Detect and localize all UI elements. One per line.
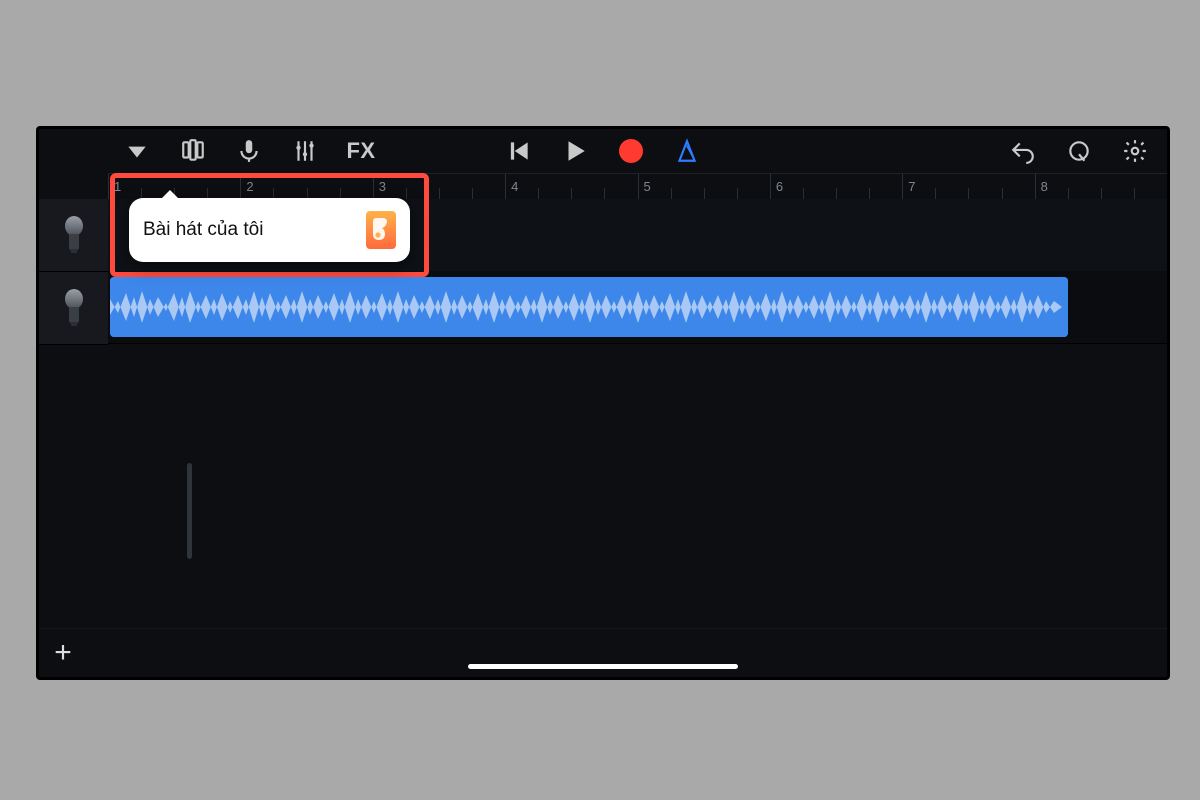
audio-region[interactable]: IMG_1024: [110, 277, 1068, 337]
ruler-bar: [1035, 174, 1036, 200]
track-view-button[interactable]: [179, 137, 207, 165]
waveform-icon: [110, 277, 1068, 337]
bottom-bar: +: [39, 628, 1167, 677]
microphone-icon: [58, 288, 90, 328]
ruler-bar: [505, 174, 506, 200]
track-header[interactable]: [39, 272, 108, 345]
popover-arrow: [161, 190, 179, 199]
record-icon: [619, 139, 643, 163]
navigation-menu-button[interactable]: [123, 137, 151, 165]
add-track-button[interactable]: +: [39, 629, 87, 677]
microphone-button[interactable]: [235, 137, 263, 165]
ruler-bar: [902, 174, 903, 200]
ruler-number: 8: [1041, 179, 1048, 194]
track-header[interactable]: [39, 199, 108, 272]
fx-button[interactable]: FX: [347, 137, 375, 165]
toolbar: FX: [39, 129, 1167, 173]
ruler-bar: [770, 174, 771, 200]
my-songs-popover[interactable]: Bài hát của tôi: [129, 198, 410, 262]
undo-button[interactable]: [1009, 137, 1037, 165]
ruler-number: 7: [908, 179, 915, 194]
track-lane[interactable]: IMG_1024: [108, 271, 1167, 344]
ruler-bar: [638, 174, 639, 200]
track-headers: [39, 199, 108, 629]
record-button[interactable]: [617, 137, 645, 165]
ruler-number: 4: [511, 179, 518, 194]
loop-browser-button[interactable]: [1065, 137, 1093, 165]
rewind-button[interactable]: [505, 137, 533, 165]
popover-label: Bài hát của tôi: [143, 219, 263, 241]
home-indicator[interactable]: [468, 664, 738, 669]
metronome-button[interactable]: [673, 137, 701, 165]
scrollbar[interactable]: [187, 463, 192, 559]
ruler-number: 5: [644, 179, 651, 194]
annotation-highlight-box: Bài hát của tôi: [110, 173, 429, 277]
app-window: FX 12345678: [36, 126, 1170, 680]
mixer-button[interactable]: [291, 137, 319, 165]
ruler-bar: [108, 174, 109, 200]
ruler-number: 6: [776, 179, 783, 194]
garageband-file-icon: [366, 211, 396, 249]
microphone-icon: [58, 215, 90, 255]
play-button[interactable]: [561, 137, 589, 165]
settings-button[interactable]: [1121, 137, 1149, 165]
